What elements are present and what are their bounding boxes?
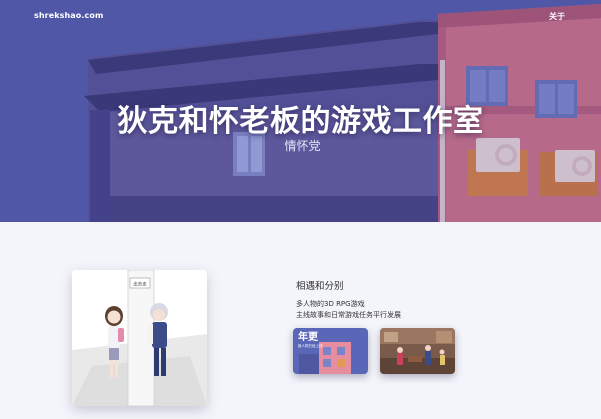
game-cover-card[interactable]: 出去走 <box>72 270 207 406</box>
screenshot-thumbnail[interactable]: 年更 新人物已经上线 <box>293 328 368 374</box>
top-navigation: shrekshao.com 关于 <box>0 0 601 32</box>
game-cover-illustration: 出去走 <box>72 270 207 406</box>
screenshot-image <box>380 328 455 374</box>
nav-about-link[interactable]: 关于 <box>549 11 565 22</box>
hero-banner: shrekshao.com 关于 狄克和怀老板的游戏工作室 情怀党 <box>0 0 601 222</box>
page-title: 狄克和怀老板的游戏工作室 <box>117 104 484 139</box>
thumb-caption-text: 新人物已经上线 <box>298 343 323 348</box>
game-info: 相遇和分别 多人物的3D RPG游戏 主线故事和日常游戏任务平行发展 <box>296 278 536 321</box>
cover-sign-text: 出去走 <box>133 281 147 288</box>
game-description-line: 多人物的3D RPG游戏 <box>296 300 365 308</box>
thumb-title-text: 年更 <box>298 330 319 343</box>
game-description-line: 主线故事和日常游戏任务平行发展 <box>296 311 401 319</box>
game-title: 相遇和分别 <box>296 281 344 292</box>
page-subtitle: 情怀党 <box>284 139 321 153</box>
site-brand-link[interactable]: shrekshao.com <box>34 11 103 20</box>
screenshot-thumbnail[interactable] <box>380 328 455 374</box>
game-section: 出去走 相遇和分别 多人物的3D RPG游戏 主线故事和日常游戏任务平行发展 年… <box>0 222 601 419</box>
screenshot-image: 年更 新人物已经上线 <box>293 328 368 374</box>
page: shrekshao.com 关于 狄克和怀老板的游戏工作室 情怀党 出去走 相遇… <box>0 0 601 419</box>
